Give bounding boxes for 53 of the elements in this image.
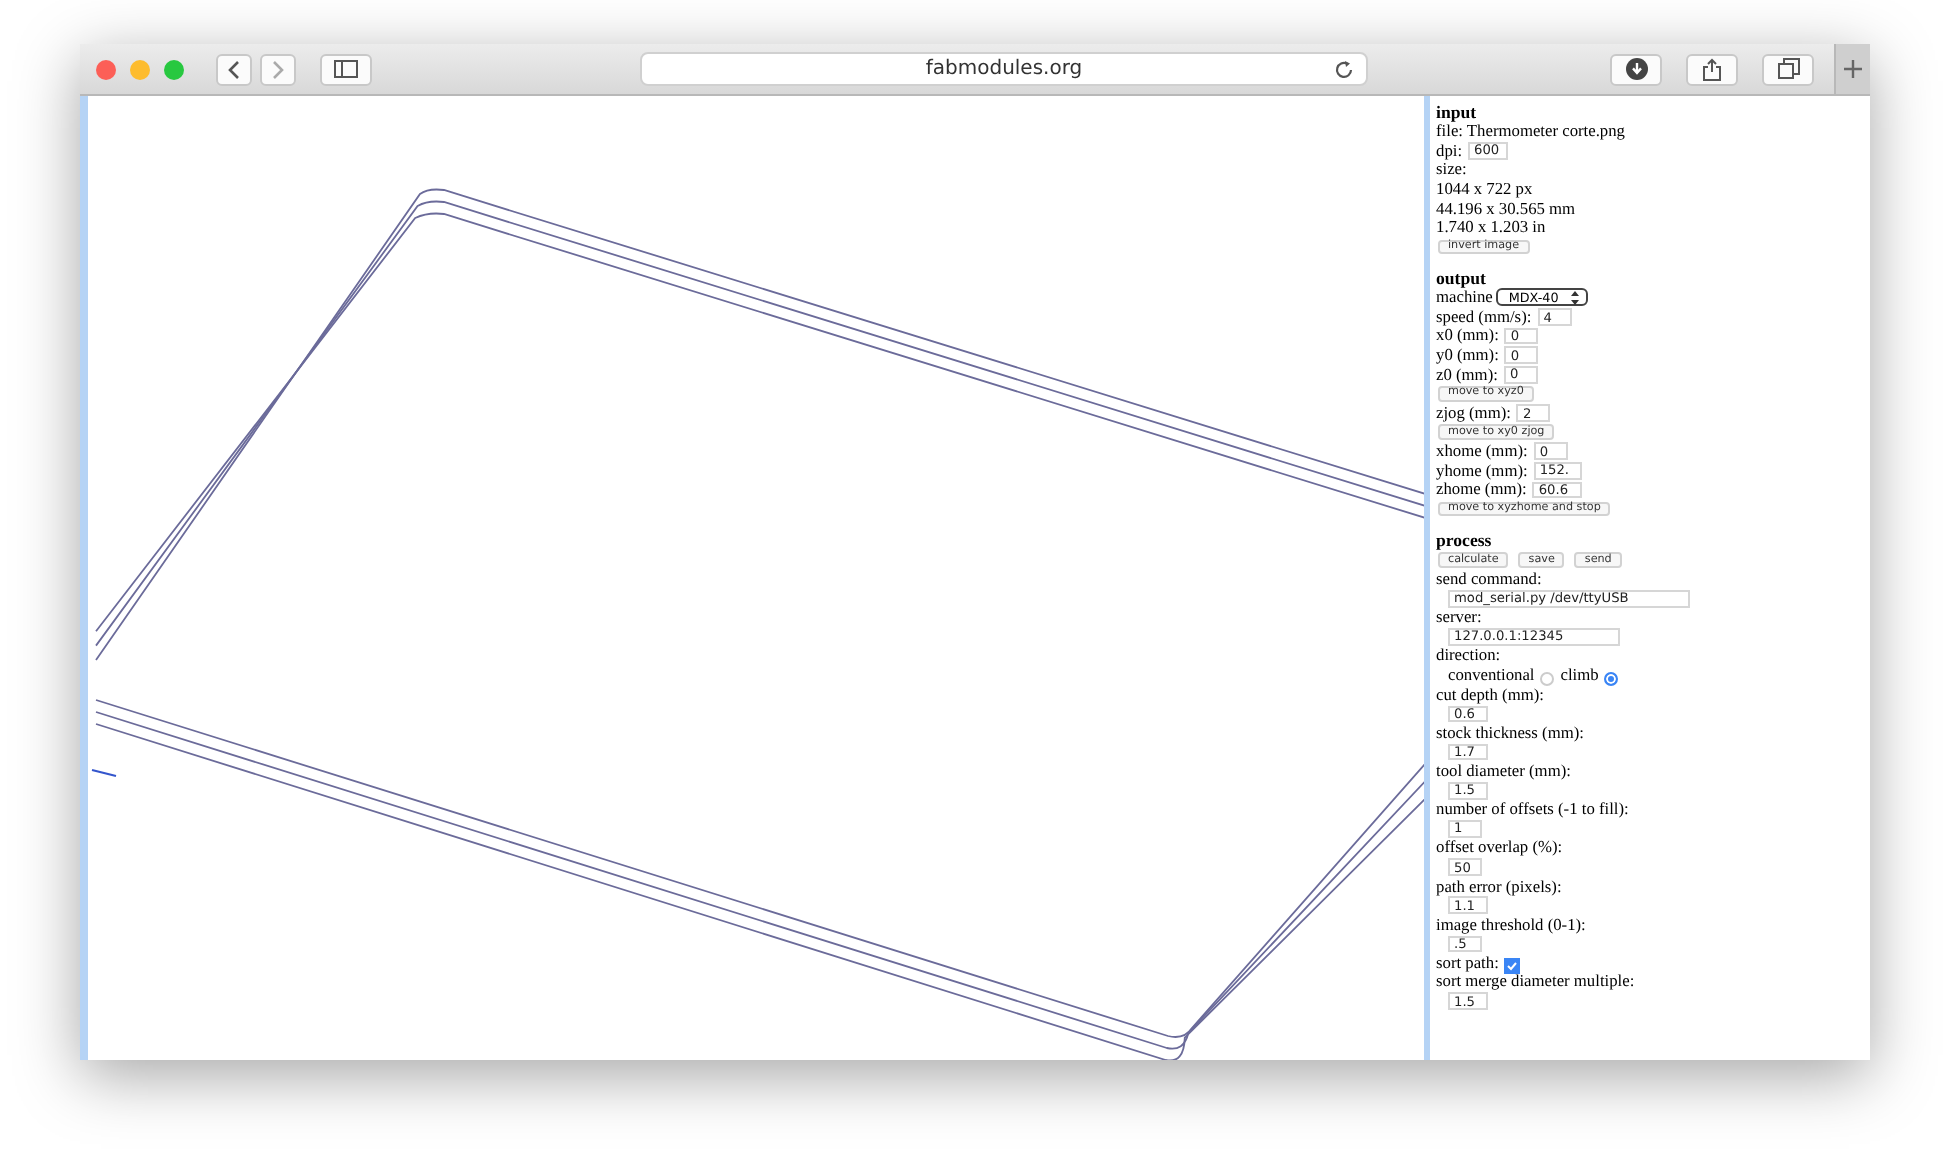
section-title: output <box>1436 268 1486 289</box>
field-label: z0 (mm): <box>1436 365 1498 384</box>
info-text: size: <box>1436 160 1469 180</box>
tabs-button[interactable] <box>1762 53 1814 85</box>
field-label: machine <box>1436 288 1493 308</box>
field-label: send command: <box>1436 569 1544 589</box>
field-label: server: <box>1436 608 1484 628</box>
chevron-right-icon <box>270 59 286 79</box>
caret-icon <box>1570 289 1581 306</box>
tabs-icon <box>1777 58 1799 80</box>
info-text: direction: <box>1436 646 1503 666</box>
field-label: speed (mm/s): <box>1436 307 1532 327</box>
field-label: y0 (mm): <box>1436 346 1499 365</box>
close-icon[interactable] <box>96 59 116 79</box>
field-label: cut depth (mm): <box>1436 684 1546 705</box>
new-tab-button[interactable] <box>1834 44 1870 94</box>
radio-button[interactable] <box>1540 671 1555 686</box>
sidebar-button[interactable] <box>320 53 372 85</box>
reload-icon[interactable] <box>1334 60 1354 80</box>
section-title: process <box>1436 530 1494 551</box>
field-label: yhome (mm): <box>1436 461 1528 480</box>
radio-button[interactable] <box>1604 671 1619 686</box>
field-label: zjog (mm): <box>1436 403 1511 423</box>
checkbox-label: sort path: <box>1436 953 1499 973</box>
field-label: tool diameter (mm): <box>1436 761 1573 781</box>
address-bar[interactable]: fabmodules.org <box>640 52 1368 86</box>
info-text: file: Thermometer corte.png <box>1436 122 1627 142</box>
field-label: stock thickness (mm): <box>1436 723 1586 743</box>
radio-label: conventional <box>1448 665 1535 685</box>
sidebar-icon <box>334 60 358 78</box>
field-label: number of offsets (-1 to fill): <box>1436 800 1631 820</box>
chevron-left-icon <box>226 59 242 79</box>
share-button[interactable] <box>1686 53 1738 85</box>
info-text: 44.196 x 30.565 mm <box>1436 198 1578 218</box>
field-label: zhome (mm): <box>1436 480 1527 500</box>
radio-label: climb <box>1560 665 1599 685</box>
field-label: x0 (mm): <box>1436 326 1499 346</box>
section-title: input <box>1436 102 1479 122</box>
field-label: offset overlap (%): <box>1436 838 1565 858</box>
download-button[interactable] <box>1610 53 1662 85</box>
field-label: sort merge diameter multiple: <box>1436 972 1637 992</box>
field-label: dpi: <box>1436 141 1463 161</box>
plus-icon <box>1844 59 1862 77</box>
info-text: 1.740 x 1.203 in <box>1436 217 1548 238</box>
field-label: path error (pixels): <box>1436 876 1564 896</box>
download-icon <box>1625 58 1647 80</box>
field-label: image threshold (0-1): <box>1436 915 1588 935</box>
checkbox[interactable] <box>1504 957 1521 974</box>
info-text: 1044 x 722 px <box>1436 179 1535 199</box>
back-button[interactable] <box>216 53 252 85</box>
field-label: xhome (mm): <box>1436 442 1528 461</box>
share-icon <box>1702 57 1722 81</box>
origin-marker <box>91 769 117 777</box>
